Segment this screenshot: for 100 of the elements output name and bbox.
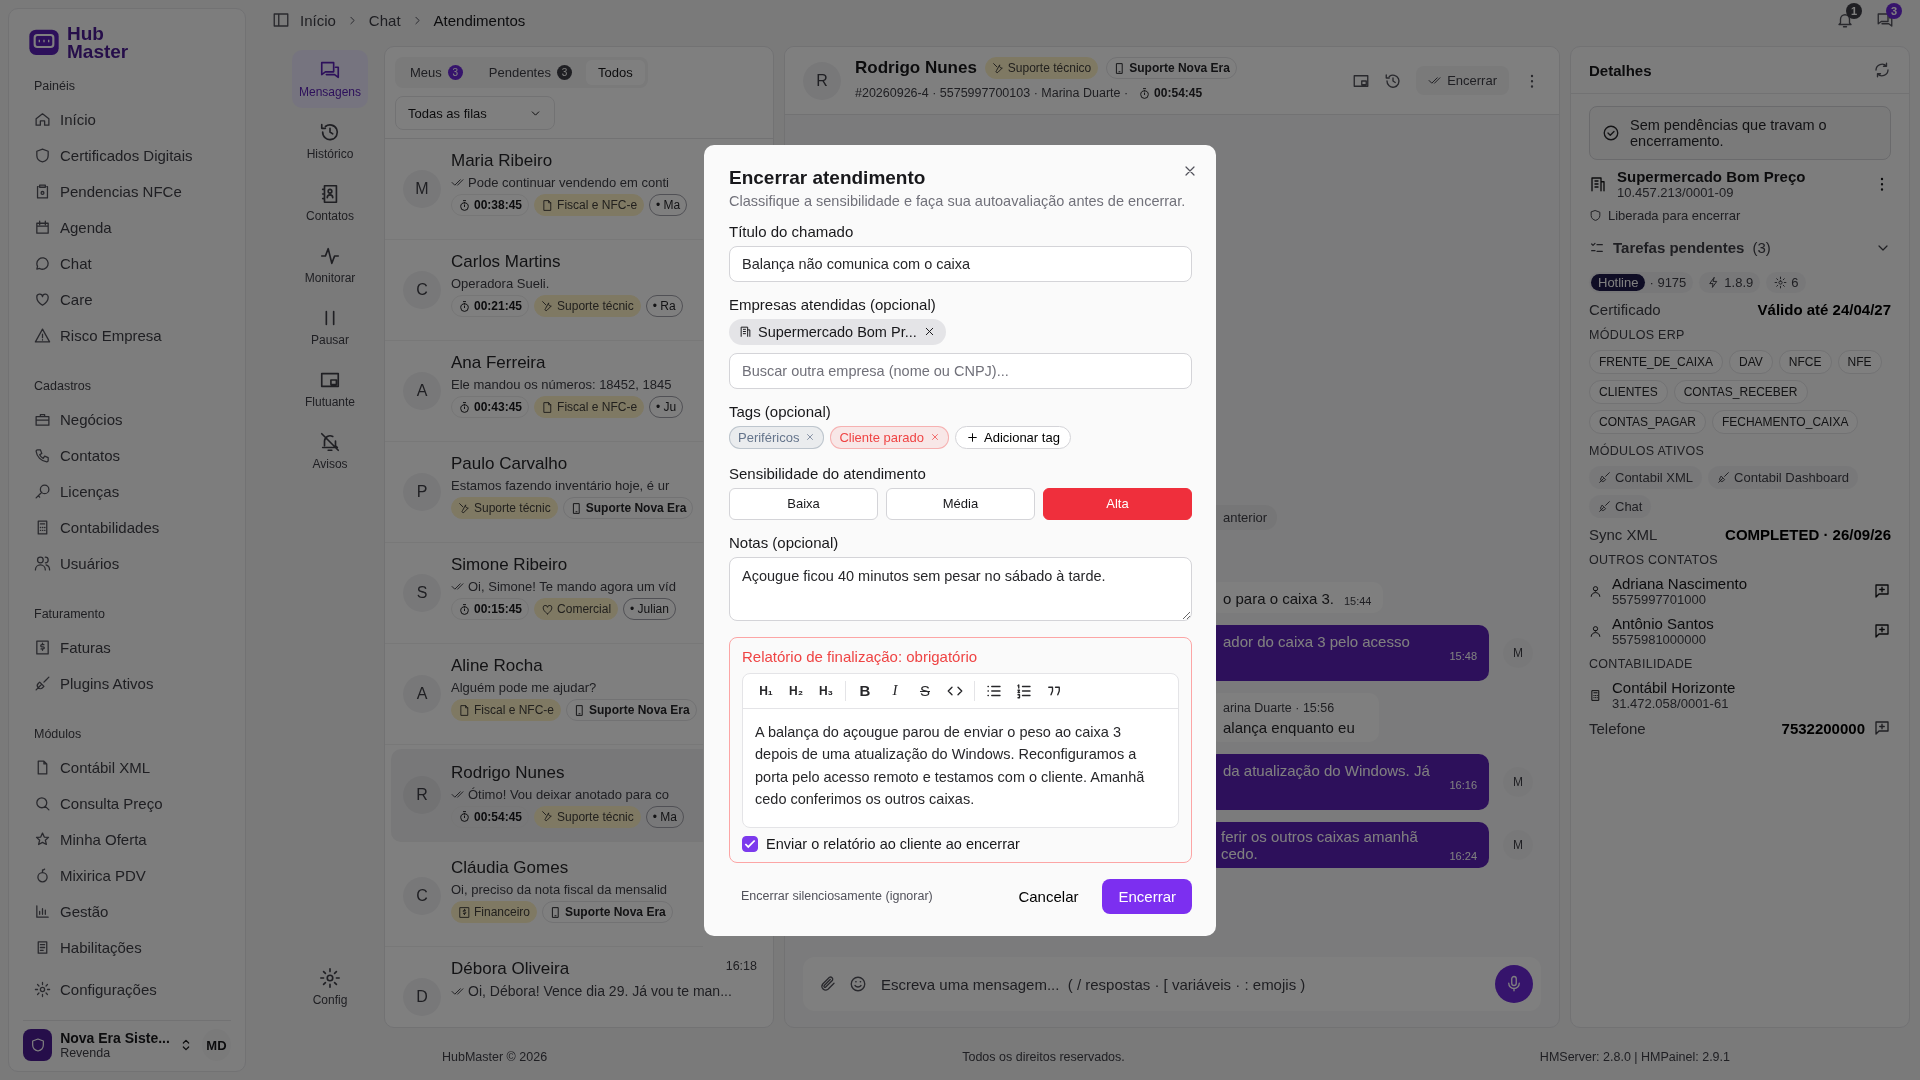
conversation-item[interactable]: A Aline Rocha Alguém pode me ajudar? Fiscal e NFC-e Suporte Nova Era: [385, 644, 703, 745]
account-role: Revenda: [60, 1046, 112, 1060]
bar-chart-icon: [34, 902, 51, 920]
sidebar-item[interactable]: Contabilidades: [23, 509, 231, 545]
avatar: S: [403, 574, 441, 612]
rail-tab[interactable]: Monitorar: [292, 236, 368, 294]
sidebar-item[interactable]: Contábil XML: [23, 749, 231, 785]
conversation-item[interactable]: C Cláudia Gomes Oi, preciso da nota fiscal da mensalid Financeiro Suporte Nova Era: [385, 846, 703, 947]
section-title[interactable]: Tarefas pendentes: [1613, 239, 1745, 256]
message-plus-icon[interactable]: [1873, 582, 1891, 600]
sidebar-item[interactable]: Negócios: [23, 401, 231, 437]
queue-dropdown[interactable]: Todas as filas: [395, 96, 555, 130]
sidebar-item[interactable]: Pendencias NFCe: [23, 173, 231, 209]
report-text[interactable]: A balança do açougue parou de enviar o peso ao caixa 3 depois de uma atualização do Windows. Reconfiguramos a porta pelo acesso remoto e testamos com o cliente. Amanhã cedo conferimos os outros caixas.: [743, 708, 1178, 827]
queue-tab[interactable]: Pendentes 3: [476, 60, 584, 85]
sidebar-item[interactable]: Início: [23, 101, 231, 137]
conversation-item[interactable]: D Débora Oliveira 16:18 Oi, Débora! Vence dia 29. Já vou te man...: [385, 947, 773, 1027]
paperclip-icon[interactable]: [819, 975, 837, 993]
rail-tab[interactable]: Contatos: [292, 174, 368, 232]
sidebar-item[interactable]: Consulta Preço: [23, 785, 231, 821]
sidebar-item[interactable]: Plugins Ativos: [23, 665, 231, 701]
chats-icon: [319, 59, 341, 81]
message-input[interactable]: Escreva uma mensagem... ( / respostas · [ variáveis · : emojis ): [879, 974, 1483, 994]
breadcrumb-link[interactable]: Chat: [368, 11, 401, 29]
conversation-item[interactable]: A Ana Ferreira Ele mandou os números: 18452, 1845 00:43:45 Fiscal e NFC-e • Ju: [385, 341, 703, 442]
company-name: Supermercado Bom Preço: [1617, 168, 1807, 185]
queue-tab[interactable]: Todos: [585, 60, 645, 85]
checkbox[interactable]: [742, 835, 758, 852]
sidebar-item[interactable]: Faturas: [23, 629, 231, 665]
sidebar-item[interactable]: Chat: [23, 245, 231, 281]
rail-tab[interactable]: Flutuante: [292, 360, 368, 418]
sidebar-toggle-icon[interactable]: [272, 11, 290, 29]
confirm-button[interactable]: Encerrar: [1102, 878, 1192, 914]
avatar: A: [403, 372, 441, 410]
phone-icon: [34, 446, 51, 464]
message-plus-icon[interactable]: [1873, 719, 1891, 737]
accountant-name: Contábil Horizonte: [1612, 679, 1737, 696]
sidebar-item[interactable]: Usuários: [23, 545, 231, 581]
sidebar-item[interactable]: Configurações: [23, 981, 231, 1003]
sensitivity-option[interactable]: Baixa: [729, 487, 878, 520]
logo-text: Master: [67, 43, 129, 61]
sidebar-item[interactable]: Licenças: [23, 473, 231, 509]
silent-close-link[interactable]: Encerrar silenciosamente (ignorar): [729, 889, 933, 903]
emoji-icon[interactable]: [849, 975, 867, 993]
sidebar-item[interactable]: Contatos: [23, 437, 231, 473]
module-chip: Contabil Dashboard: [1708, 466, 1858, 489]
refresh-icon[interactable]: [1873, 61, 1891, 79]
heading-button[interactable]: H₃: [815, 679, 837, 702]
format-button[interactable]: I: [884, 679, 906, 702]
heading-button[interactable]: H₁: [755, 679, 777, 702]
rail-tab[interactable]: Mensagens: [292, 50, 368, 108]
conversation-item[interactable]: S Simone Ribeiro Oi, Simone! Te mando agora um víd 00:15:45 Comercial • Julian: [385, 543, 703, 644]
sidebar-item[interactable]: Care: [23, 281, 231, 317]
sidebar-item[interactable]: Mixirica PDV: [23, 857, 231, 893]
notes-textarea[interactable]: Açougue ficou 40 minutos sem pesar no sábado à tarde.: [729, 556, 1192, 621]
conversation-item[interactable]: M Maria Ribeiro Pode continuar vendendo em conti 00:38:45 Fiscal e NFC-e • Ma: [385, 139, 703, 240]
money-icon: [458, 905, 471, 919]
message-preview: Ele mandou os números: 18452, 1845: [451, 377, 672, 392]
sensitivity-option[interactable]: Média: [886, 487, 1035, 520]
rail-tab[interactable]: Avisos: [292, 422, 368, 480]
sidebar-item[interactable]: Certificados Digitais: [23, 137, 231, 173]
close-ticket-button[interactable]: Encerrar: [1416, 66, 1509, 95]
checkbox-label: Enviar o relatório ao cliente ao encerrar: [766, 835, 1020, 852]
contact-phone: 5575997701000: [1612, 592, 1707, 607]
sidebar-item[interactable]: Minha Oferta: [23, 821, 231, 857]
microphone-button[interactable]: [1495, 965, 1533, 1003]
cancel-button[interactable]: Cancelar: [1006, 879, 1091, 913]
rail-tab[interactable]: Config: [292, 958, 368, 1016]
breadcrumb-link[interactable]: Atendimentos: [433, 11, 526, 29]
tag: Fiscal e NFC-e: [534, 396, 645, 418]
sidebar-item[interactable]: Habilitações: [23, 929, 231, 965]
breadcrumb-link[interactable]: Início: [300, 11, 336, 29]
numbered-list-icon[interactable]: [1015, 681, 1033, 700]
format-button[interactable]: B: [854, 679, 876, 702]
rail-tab[interactable]: Pausar: [292, 298, 368, 356]
message-composer[interactable]: Escreva uma mensagem... ( / respostas · [ variáveis · : emojis ): [803, 957, 1541, 1011]
sidebar-item[interactable]: Gestão: [23, 893, 231, 929]
account-name: Nova Era Siste...: [60, 1030, 170, 1046]
queue-tab[interactable]: Meus 3: [398, 60, 475, 85]
conversation-item[interactable]: C Carlos Martins Operadora Sueli. 00:21:45 Suporte técnic • Ra: [385, 240, 703, 341]
add-tag-button[interactable]: Adicionar tag: [955, 425, 1071, 449]
timer-icon: [458, 400, 471, 414]
heading-button[interactable]: H₂: [785, 679, 807, 702]
field-value: COMPLETED · 26/09/26: [1725, 526, 1891, 543]
avatar: A: [403, 675, 441, 713]
company-search-input[interactable]: Buscar outra empresa (nome ou CNPJ)...: [729, 352, 1192, 389]
rail-tab[interactable]: Histórico: [292, 112, 368, 170]
count-badge: 1: [1846, 3, 1862, 19]
dialog-title: Encerrar atendimento: [729, 166, 927, 189]
conversation-item[interactable]: R Rodrigo Nunes Ótimo! Vou deixar anotado para co 00:54:45 Suporte técnic • Ma: [391, 749, 703, 842]
message-plus-icon[interactable]: [1873, 622, 1891, 640]
history-icon[interactable]: [1384, 71, 1403, 90]
plug-icon: [34, 674, 51, 692]
title-input[interactable]: Balança não comunica com o caixa: [729, 245, 1192, 282]
sidebar-item[interactable]: Agenda: [23, 209, 231, 245]
sidebar-item[interactable]: Risco Empresa: [23, 317, 231, 353]
wrench-icon: [991, 61, 1005, 75]
conversation-item[interactable]: P Paulo Carvalho Estamos fazendo inventário hoje, é ur Suporte técnic Suporte Nova Era: [385, 442, 703, 543]
sensitivity-option[interactable]: Alta: [1043, 487, 1192, 520]
format-button[interactable]: S: [914, 679, 936, 702]
